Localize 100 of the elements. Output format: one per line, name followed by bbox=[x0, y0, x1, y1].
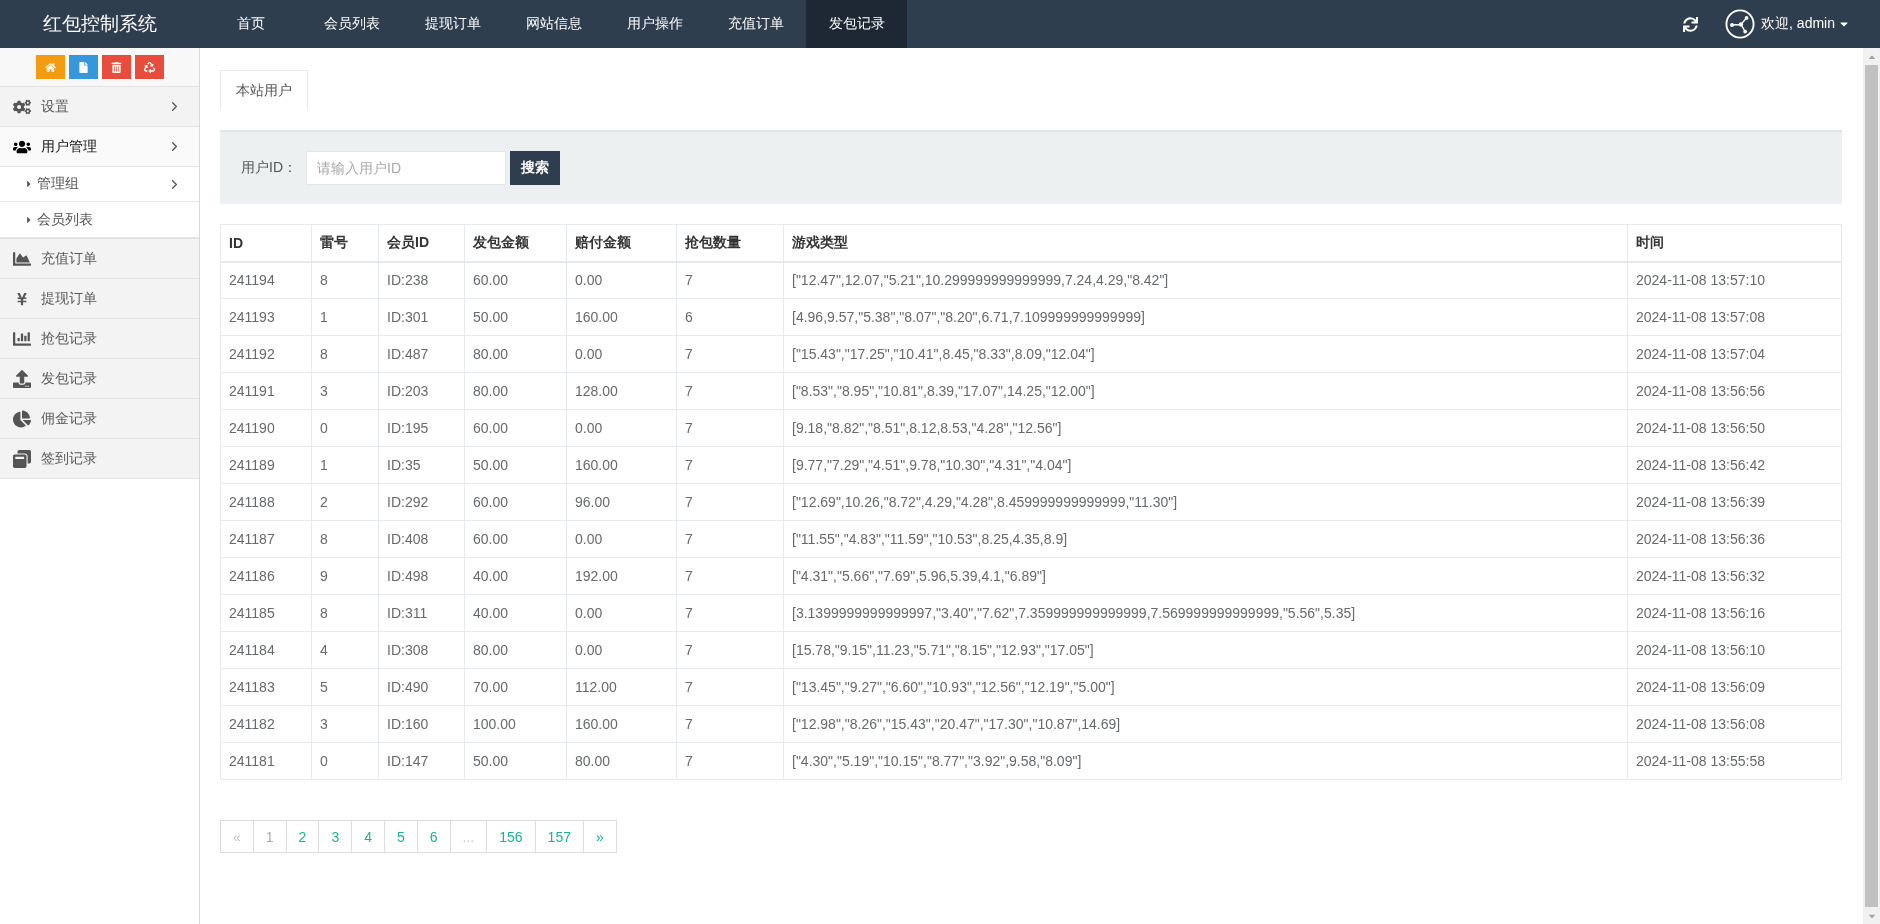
table-cell: 241183 bbox=[220, 668, 312, 706]
table-cell: 80.00 bbox=[566, 742, 677, 780]
table-cell: ID:238 bbox=[378, 261, 465, 299]
share-nodes-circle-icon[interactable] bbox=[1725, 9, 1756, 39]
table-cell: 8 bbox=[311, 520, 379, 558]
table-cell: 241193 bbox=[220, 298, 312, 336]
upload-icon bbox=[13, 369, 31, 388]
table-cell: 3 bbox=[311, 705, 379, 743]
table-cell: [3.1399999999999997,"3.40","7.62",7.359999999999999,7.569999999999999,"5.56",5.35] bbox=[783, 594, 1628, 632]
table-cell: 50.00 bbox=[464, 742, 567, 780]
nav-tab[interactable]: 发包记录 bbox=[806, 0, 907, 48]
column-header: 赔付金额 bbox=[566, 224, 677, 262]
sidebar-item[interactable]: 提现订单 bbox=[0, 279, 199, 319]
table-cell: 128.00 bbox=[566, 372, 677, 410]
file-button[interactable] bbox=[68, 55, 98, 79]
user-menu[interactable]: 欢迎, admin bbox=[1761, 15, 1850, 33]
table-cell: ["12.47",12.07,"5.21",10.299999999999999,7.24,4.29,"8.42"] bbox=[783, 261, 1628, 299]
user-id-input[interactable]: 请输入用户ID bbox=[306, 151, 506, 185]
table-cell: ID:160 bbox=[378, 705, 465, 743]
bar-chart-icon bbox=[13, 329, 31, 348]
sidebar-item[interactable]: 设置 bbox=[0, 87, 199, 127]
scrollbar-thumb[interactable] bbox=[1865, 65, 1878, 907]
refresh-icon[interactable] bbox=[1683, 16, 1699, 32]
table-cell: 2024-11-08 13:57:04 bbox=[1627, 335, 1842, 373]
table-cell: 2024-11-08 13:56:10 bbox=[1627, 631, 1842, 669]
nav-tab[interactable]: 提现订单 bbox=[402, 0, 503, 48]
table-cell: 2024-11-08 13:56:16 bbox=[1627, 594, 1842, 632]
home-button[interactable] bbox=[35, 55, 65, 79]
recycle-button[interactable] bbox=[134, 55, 164, 79]
table-cell: 8 bbox=[311, 261, 379, 299]
home-icon bbox=[44, 61, 56, 73]
table-cell: 60.00 bbox=[464, 261, 567, 299]
table-cell: [9.18,"8.82","8.51",8.12,8.53,"4.28","12.56"] bbox=[783, 409, 1628, 447]
table-cell: 6 bbox=[676, 298, 784, 336]
table-cell: ID:147 bbox=[378, 742, 465, 780]
table-cell: 8 bbox=[311, 594, 379, 632]
nav-tab[interactable]: 网站信息 bbox=[503, 0, 604, 48]
table-cell: 1 bbox=[311, 446, 379, 484]
table-cell: 241194 bbox=[220, 261, 312, 299]
table-cell: 0.00 bbox=[566, 520, 677, 558]
table-cell: 1 bbox=[311, 298, 379, 336]
overlapping-squares-icon bbox=[13, 449, 31, 468]
table-cell: 80.00 bbox=[464, 335, 567, 373]
column-header: 会员ID bbox=[378, 224, 465, 262]
table-cell: 241186 bbox=[220, 557, 312, 595]
trash-button[interactable] bbox=[101, 55, 131, 79]
table-cell: ID:195 bbox=[378, 409, 465, 447]
table-cell: ID:308 bbox=[378, 631, 465, 669]
table-cell: 60.00 bbox=[464, 483, 567, 521]
table-cell: 7 bbox=[676, 261, 784, 299]
table-cell: ["4.30","5.19","10.15","8.77","3.92",9.58,"8.09"] bbox=[783, 742, 1628, 780]
table-cell: ID:35 bbox=[378, 446, 465, 484]
sidebar-item[interactable]: 抢包记录 bbox=[0, 319, 199, 359]
table-cell: 60.00 bbox=[464, 409, 567, 447]
table-cell: 7 bbox=[676, 594, 784, 632]
table-cell: 2024-11-08 13:56:56 bbox=[1627, 372, 1842, 410]
sidebar-item[interactable]: 签到记录 bbox=[0, 439, 199, 479]
sidebar-item[interactable]: 用户管理 bbox=[0, 127, 199, 167]
table-cell: 160.00 bbox=[566, 446, 677, 484]
table-cell: 0 bbox=[311, 409, 379, 447]
table-cell: 7 bbox=[676, 409, 784, 447]
table-cell: ["15.43","17.25","10.41",8.45,"8.33",8.09,"12.04"] bbox=[783, 335, 1628, 373]
table-cell: 0.00 bbox=[566, 594, 677, 632]
sidebar-item[interactable]: 佣金记录 bbox=[0, 399, 199, 439]
table-cell: 192.00 bbox=[566, 557, 677, 595]
table-cell: ID:311 bbox=[378, 594, 465, 632]
table-cell: 2 bbox=[311, 483, 379, 521]
sidebar-item[interactable]: 发包记录 bbox=[0, 359, 199, 399]
table-cell: 2024-11-08 13:57:10 bbox=[1627, 261, 1842, 299]
table-cell: 8 bbox=[311, 335, 379, 373]
table-cell: 60.00 bbox=[464, 520, 567, 558]
field-label: 用户ID： bbox=[241, 159, 297, 177]
table-cell: 2024-11-08 13:56:42 bbox=[1627, 446, 1842, 484]
table-cell: 241184 bbox=[220, 631, 312, 669]
column-header: 雷号 bbox=[311, 224, 379, 262]
nav-tab[interactable]: 会员列表 bbox=[301, 0, 402, 48]
table-cell: ["8.53","8.95","10.81",8.39,"17.07",14.25,"12.00"] bbox=[783, 372, 1628, 410]
table-cell: 2024-11-08 13:56:32 bbox=[1627, 557, 1842, 595]
table-cell: 2024-11-08 13:56:09 bbox=[1627, 668, 1842, 706]
table-cell: 0.00 bbox=[566, 261, 677, 299]
table-cell: ID:301 bbox=[378, 298, 465, 336]
table-cell: 7 bbox=[676, 372, 784, 410]
sidebar-item[interactable]: 充值订单 bbox=[0, 239, 199, 279]
table-cell: 0.00 bbox=[566, 409, 677, 447]
table-cell: 0 bbox=[311, 742, 379, 780]
table-cell: 241187 bbox=[220, 520, 312, 558]
table-cell: [4.96,9.57,"5.38","8.07","8.20",6.71,7.109999999999999] bbox=[783, 298, 1628, 336]
table-cell: 0.00 bbox=[566, 335, 677, 373]
nav-tab[interactable]: 充值订单 bbox=[705, 0, 806, 48]
table-cell: 241189 bbox=[220, 446, 312, 484]
nav-tab[interactable]: 首页 bbox=[200, 0, 301, 48]
table-cell: 241191 bbox=[220, 372, 312, 410]
search-button[interactable]: 搜索 bbox=[510, 151, 560, 185]
table-cell: 241185 bbox=[220, 594, 312, 632]
table-cell: ID:292 bbox=[378, 483, 465, 521]
nav-tab[interactable]: 用户操作 bbox=[604, 0, 705, 48]
table-cell: 7 bbox=[676, 557, 784, 595]
table-cell: ["4.31","5.66","7.69",5.96,5.39,4.1,"6.89"] bbox=[783, 557, 1628, 595]
table-cell: ["13.45","9.27","6.60","10.93","12.56","12.19","5.00"] bbox=[783, 668, 1628, 706]
tab[interactable]: 本站用户 bbox=[220, 70, 308, 110]
